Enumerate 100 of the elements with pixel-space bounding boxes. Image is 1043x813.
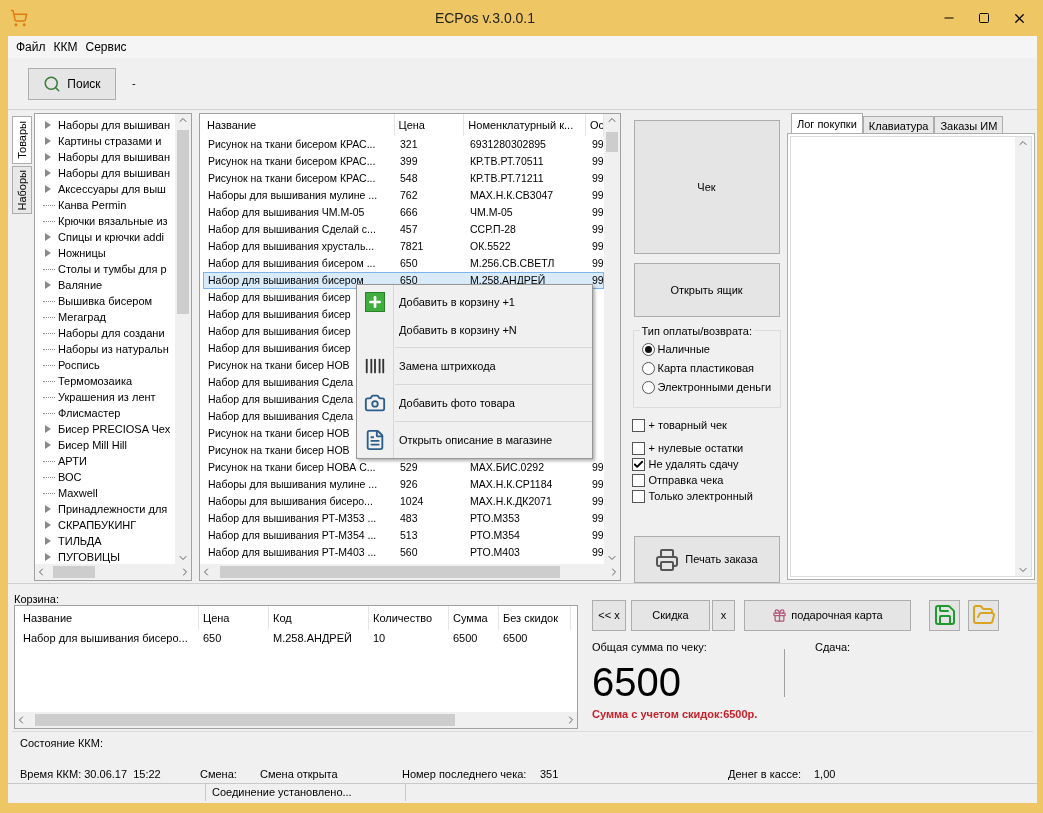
scroll-thumb[interactable] xyxy=(606,132,618,152)
tree-item[interactable]: Картины стразами и xyxy=(58,132,162,150)
tree-item[interactable]: Термомозаика xyxy=(58,372,133,390)
tree-item[interactable]: Наборы для вышиван xyxy=(58,164,171,182)
product-row[interactable]: Наборы для вышивания мулине ... 926 МАХ.Н.К.СР1184 99 xyxy=(203,476,604,493)
expand-arrow-icon[interactable] xyxy=(45,281,51,289)
menu-item[interactable]: Файл xyxy=(16,38,46,56)
menu-item[interactable]: ККМ xyxy=(53,38,78,56)
tree-item[interactable]: Наборы для создани xyxy=(58,324,165,342)
horizontal-scrollbar[interactable] xyxy=(200,564,620,580)
tree-line xyxy=(43,364,55,366)
tree-item[interactable]: ПУГОВИЦЫ xyxy=(58,548,120,564)
gift-card-button[interactable]: подарочная карта xyxy=(744,599,911,631)
column-header[interactable]: Без скидок xyxy=(499,606,571,630)
product-row[interactable]: Набор для вышивания Сделай с... 457 ССР.П-28 99 xyxy=(203,221,604,238)
tree-item[interactable]: Бисер PRECIOSA Чех xyxy=(58,420,171,438)
column-header[interactable]: Название xyxy=(203,114,395,136)
side-tab[interactable]: Наборы xyxy=(12,166,32,214)
log-tab[interactable]: Лог покупки xyxy=(791,113,863,133)
tree-item[interactable]: Флисмастер xyxy=(58,404,121,422)
menu-item[interactable]: Сервис xyxy=(85,38,127,56)
receipt-button[interactable]: Чек xyxy=(633,120,780,254)
checkbox[interactable] xyxy=(631,473,645,487)
product-row[interactable]: Набор для вышивания ЧМ.М-05 666 ЧМ.М-05 99 xyxy=(203,204,604,221)
scroll-thumb[interactable] xyxy=(35,714,455,726)
back-discount-button[interactable]: << x xyxy=(592,599,626,631)
column-header[interactable]: Номенклатурный к... xyxy=(464,114,586,136)
checkbox[interactable] xyxy=(631,457,645,471)
save-button[interactable] xyxy=(929,599,960,631)
tree-item[interactable]: Наборы из натуральн xyxy=(58,340,169,358)
tree-item[interactable]: ТИЛЬДА xyxy=(58,532,102,550)
column-header[interactable]: Название xyxy=(19,606,199,630)
tree-item[interactable]: Столы и тумбы для р xyxy=(58,260,167,278)
tree-item[interactable]: Роспись xyxy=(58,356,100,374)
discount-button[interactable]: Скидка xyxy=(631,599,710,631)
horizontal-scrollbar[interactable] xyxy=(15,712,577,728)
checkbox[interactable] xyxy=(631,441,645,455)
context-menu-item[interactable]: Добавить фото товара xyxy=(357,388,592,418)
tree-item[interactable]: Мегаград xyxy=(58,308,106,326)
vertical-scrollbar[interactable] xyxy=(604,114,620,564)
search-button[interactable]: Поиск xyxy=(28,67,116,100)
tree-item[interactable]: СКРАПБУКИНГ xyxy=(58,516,137,534)
vertical-scrollbar[interactable] xyxy=(175,114,191,564)
horizontal-scrollbar[interactable] xyxy=(35,564,191,580)
product-row[interactable]: Набор для вышивания хрусталь... 7821 ОК.5522 99 xyxy=(203,238,604,255)
tree-item[interactable]: Украшения из лент xyxy=(58,388,156,406)
tree-item[interactable]: Аксессуары для выш xyxy=(58,180,166,198)
radio-button[interactable] xyxy=(641,361,655,375)
table-cell: 6931280302895 xyxy=(470,137,546,150)
tree-item[interactable]: Maxwell xyxy=(58,484,98,502)
tree-item[interactable]: Крючки вязальные из xyxy=(58,212,168,230)
context-menu-item[interactable]: Добавить в корзину +N xyxy=(357,316,592,344)
tree-item[interactable]: Ножницы xyxy=(58,244,106,262)
tree-item[interactable]: Валяние xyxy=(58,276,103,294)
column-header[interactable]: Сумма xyxy=(449,606,499,630)
open-drawer-button[interactable]: Открыть ящик xyxy=(633,263,780,317)
product-row[interactable]: Рисунок на ткани бисером КРАС... 399 КР.ТВ.РТ.70511 99 xyxy=(203,153,604,170)
tree-item[interactable]: АРТИ xyxy=(58,452,87,470)
print-order-button[interactable]: Печать заказа xyxy=(633,536,780,583)
context-menu-item[interactable]: Добавить в корзину +1 xyxy=(357,288,592,316)
tree-item[interactable]: Вышивка бисером xyxy=(58,292,153,310)
checkbox[interactable] xyxy=(631,418,645,432)
product-row[interactable]: Наборы для вышивания бисеро... 1024 МАХ.Н.К.ДК2071 99 xyxy=(203,493,604,510)
tree-item[interactable]: Наборы для вышиван xyxy=(58,148,171,166)
product-row[interactable]: Рисунок на ткани бисером КРАС... 548 КР.ТВ.РТ.71211 99 xyxy=(203,170,604,187)
radio-label: Наличные xyxy=(657,341,710,357)
log-tab[interactable]: Клавиатура xyxy=(862,116,935,133)
column-header[interactable]: Ос xyxy=(586,114,604,136)
column-header[interactable]: Цена xyxy=(394,114,465,136)
tree-item[interactable]: Наборы для вышиван xyxy=(58,116,171,134)
product-row[interactable]: Наборы для вышивания мулине ... 762 МАХ.Н.К.СВ3047 99 xyxy=(203,187,604,204)
tree-item[interactable]: ВОС xyxy=(58,468,82,486)
context-menu-item[interactable]: Открыть описание в магазине xyxy=(357,425,592,455)
menu-item-label: Добавить в корзину +1 xyxy=(398,294,515,310)
tree-item[interactable]: Спицы и крючки addi xyxy=(58,228,164,246)
scroll-thumb[interactable] xyxy=(53,566,95,578)
product-row[interactable]: Набор для вышивания РТ-М353 ... 483 РТО.М353 99 xyxy=(203,510,604,527)
tree-item[interactable]: Принадлежности для xyxy=(58,500,168,518)
scroll-thumb[interactable] xyxy=(220,566,560,578)
product-row[interactable]: Набор для вышивания бисером ... 650 М.256.СВ.СВЕТЛ 99 xyxy=(203,255,604,272)
radio-button[interactable] xyxy=(641,380,655,394)
maximize-icon[interactable] xyxy=(978,12,990,24)
scroll-thumb[interactable] xyxy=(177,130,189,314)
product-row[interactable]: Рисунок на ткани бисером КРАС... 321 6931280302895 99 xyxy=(203,136,604,153)
column-header[interactable]: Код xyxy=(269,606,369,630)
context-menu-item[interactable]: Замена штрихкода xyxy=(357,351,592,381)
column-header[interactable]: Цена xyxy=(199,606,269,630)
tree-item[interactable]: Бисер Mill Hill xyxy=(58,436,127,454)
open-button[interactable] xyxy=(968,599,999,631)
vertical-scrollbar[interactable] xyxy=(1015,137,1031,576)
log-tab[interactable]: Заказы ИМ xyxy=(934,116,1004,133)
tree-item[interactable]: Канва Permin xyxy=(58,196,127,214)
radio-button[interactable] xyxy=(641,342,655,356)
product-row[interactable]: Набор для вышивания РТ-М403 ... 560 РТО.М403 99 xyxy=(203,544,604,561)
side-tab[interactable]: Товары xyxy=(12,116,32,164)
clear-discount-button[interactable]: x xyxy=(712,599,735,631)
column-header[interactable]: Количество xyxy=(369,606,449,630)
checkbox[interactable] xyxy=(631,489,645,503)
product-row[interactable]: Рисунок на ткани бисер НОВА С... 529 МАХ.БИС.0292 99 xyxy=(203,459,604,476)
product-row[interactable]: Набор для вышивания РТ-М354 ... 513 РТО.М354 99 xyxy=(203,527,604,544)
